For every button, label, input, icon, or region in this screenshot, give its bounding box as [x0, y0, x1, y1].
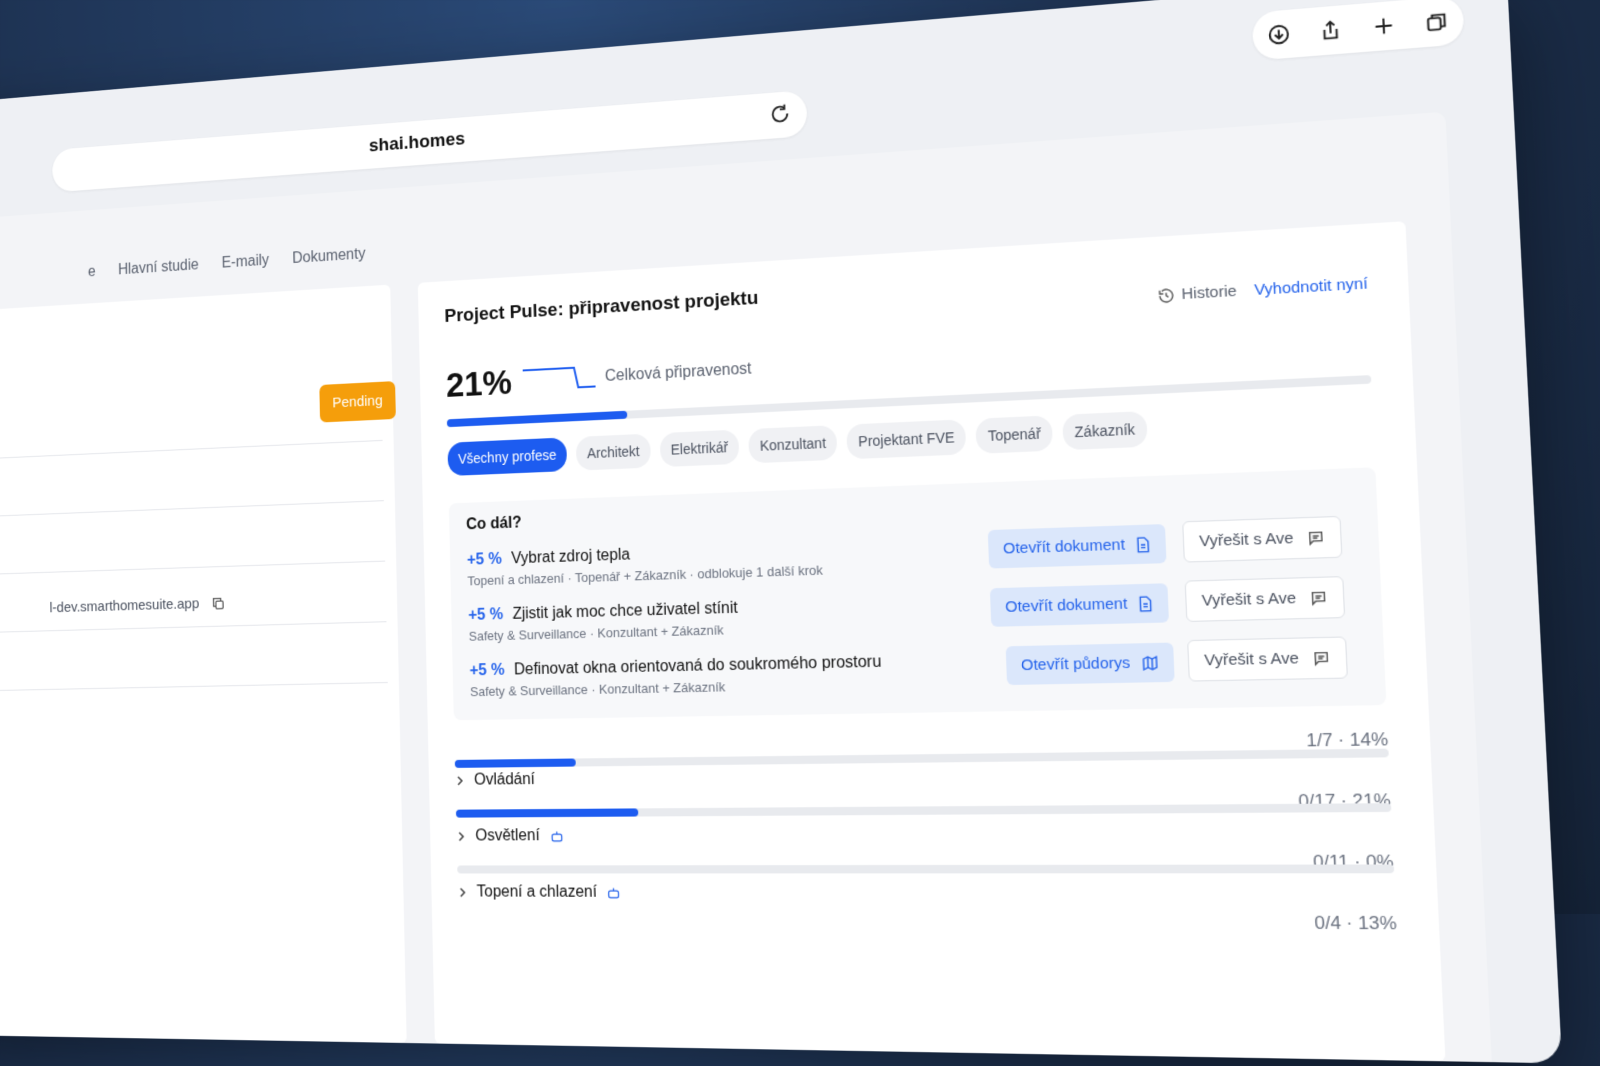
- dev-url-row: l-dev.smarthomesuite.app: [49, 595, 225, 616]
- history-button[interactable]: Historie: [1158, 282, 1238, 304]
- tabs-icon[interactable]: [1423, 8, 1451, 36]
- evaluate-now-link[interactable]: Vyhodnotit nyní: [1254, 275, 1369, 299]
- step-gain: +5 %: [467, 551, 502, 570]
- pulse-title: Project Pulse: připravenost projektu: [444, 288, 758, 328]
- history-label: Historie: [1181, 282, 1237, 303]
- status-badge: Pending: [319, 381, 396, 422]
- chat-icon: [1312, 649, 1331, 667]
- step-gain: +5 %: [468, 606, 503, 625]
- chat-icon: [1309, 589, 1328, 607]
- divider: [0, 682, 388, 691]
- page: e Hlavní studie E-maily Dokumenty Pendin…: [0, 112, 1492, 1062]
- chip-customer[interactable]: Zákazník: [1062, 411, 1147, 450]
- chat-icon: [1306, 529, 1325, 547]
- document-icon: [1138, 595, 1154, 612]
- tab-partial[interactable]: e: [88, 264, 96, 281]
- robot-icon: [606, 885, 621, 900]
- open-document-button[interactable]: Otevřít dokument: [990, 583, 1169, 627]
- ave-label: Vyřešit s Ave: [1199, 529, 1294, 550]
- perspective-stage: shai.homes e Hlavní studie E-maily Dokum…: [51, 0, 1600, 923]
- map-icon: [1141, 654, 1159, 671]
- next-step-item: +5 % Zjistit jak moc chce uživatel stínit…: [468, 590, 1068, 643]
- readiness-percent: 21%: [446, 363, 513, 405]
- solve-with-ave-button[interactable]: Vyřešit s Ave: [1182, 516, 1342, 563]
- robot-icon: [549, 829, 564, 844]
- open-label: Otevřít dokument: [1003, 536, 1126, 558]
- section-bar: [457, 864, 1394, 873]
- tab-main-study[interactable]: Hlavní studie: [118, 257, 199, 279]
- section-heating-cooling[interactable]: 0/11 · 0% Topení a chlazení: [458, 883, 1396, 904]
- divider: [0, 440, 383, 459]
- ave-label: Vyřešit s Ave: [1201, 589, 1296, 610]
- section-name: Osvětlení: [475, 827, 540, 845]
- open-floorplan-button[interactable]: Otevřít půdorys: [1006, 643, 1175, 686]
- step-title: Definovat okna orientovaná do soukromého…: [514, 653, 882, 679]
- section-next[interactable]: 0/4 · 13%: [459, 940, 1398, 946]
- tab-emails[interactable]: E-maily: [221, 252, 269, 272]
- dev-url[interactable]: l-dev.smarthomesuite.app: [49, 596, 199, 617]
- open-label: Otevřít dokument: [1005, 595, 1128, 616]
- chip-pv-designer[interactable]: Projektant FVE: [847, 419, 967, 459]
- section-controls[interactable]: 1/7 · 14% Ovládání: [455, 762, 1390, 790]
- project-card: Pending l-dev.smarthomesuite.app: [0, 285, 407, 1043]
- next-step-item: +5 %Vybrat zdroj tepla Topení a chlazení…: [467, 532, 1066, 589]
- nav-tabs: e Hlavní studie E-maily Dokumenty: [88, 246, 366, 281]
- next-step-item: +5 % Definovat okna orientovaná do soukro…: [469, 649, 1070, 699]
- ave-label: Vyřešit s Ave: [1204, 649, 1299, 669]
- url-text: shai.homes: [369, 129, 466, 158]
- share-icon[interactable]: [1317, 17, 1345, 44]
- open-document-button[interactable]: Otevřít dokument: [988, 524, 1167, 569]
- section-bar-fill: [455, 758, 576, 767]
- project-pulse-card: Project Pulse: připravenost projektu His…: [418, 221, 1446, 1061]
- section-ratio: 0/4 · 13%: [1314, 912, 1397, 934]
- section-lighting[interactable]: 0/17 · 21% Osvětlení: [456, 823, 1393, 846]
- document-icon: [1135, 536, 1151, 553]
- readiness-sparkline: [521, 363, 598, 396]
- open-label: Otevřít půdorys: [1021, 654, 1131, 674]
- section-bar-fill: [456, 808, 638, 817]
- chip-all[interactable]: Všechny profese: [447, 437, 567, 476]
- chevron-right-icon[interactable]: [456, 832, 466, 842]
- pulse-actions: Historie Vyhodnotit nyní: [1158, 275, 1369, 305]
- download-icon[interactable]: [1265, 21, 1292, 48]
- chip-consultant[interactable]: Konzultant: [748, 425, 837, 463]
- history-icon: [1158, 286, 1176, 304]
- toolbar: [1252, 0, 1465, 61]
- section-bar: [456, 803, 1392, 817]
- chevron-right-icon[interactable]: [458, 887, 468, 897]
- solve-with-ave-button[interactable]: Vyřešit s Ave: [1187, 636, 1348, 681]
- browser-window: shai.homes e Hlavní studie E-maily Dokum…: [0, 0, 1562, 1063]
- readiness-label: Celková připravenost: [605, 360, 752, 386]
- chip-heating[interactable]: Topenář: [976, 415, 1053, 454]
- chevron-right-icon[interactable]: [455, 776, 465, 786]
- chip-architect[interactable]: Architekt: [576, 434, 651, 471]
- chip-electrician[interactable]: Elektrikář: [660, 430, 740, 468]
- section-name: Topení a chlazení: [477, 883, 598, 901]
- readiness-bar-fill: [447, 411, 627, 427]
- divider: [0, 561, 385, 575]
- divider: [0, 621, 386, 633]
- next-steps-panel: Co dál? +5 %Vybrat zdroj tepla Topení a …: [449, 467, 1387, 720]
- step-gain: +5 %: [469, 662, 504, 681]
- next-steps-title: Co dál?: [466, 514, 522, 534]
- step-title: Vybrat zdroj tepla: [511, 546, 630, 568]
- solve-with-ave-button[interactable]: Vyřešit s Ave: [1185, 576, 1345, 622]
- reload-icon[interactable]: [769, 102, 791, 126]
- plus-icon[interactable]: [1369, 12, 1397, 39]
- divider: [0, 500, 384, 517]
- step-title: Zjistit jak moc chce uživatel stínit: [512, 600, 738, 624]
- copy-icon[interactable]: [211, 595, 226, 611]
- section-name: Ovládání: [474, 771, 535, 790]
- tab-documents[interactable]: Dokumenty: [292, 246, 366, 268]
